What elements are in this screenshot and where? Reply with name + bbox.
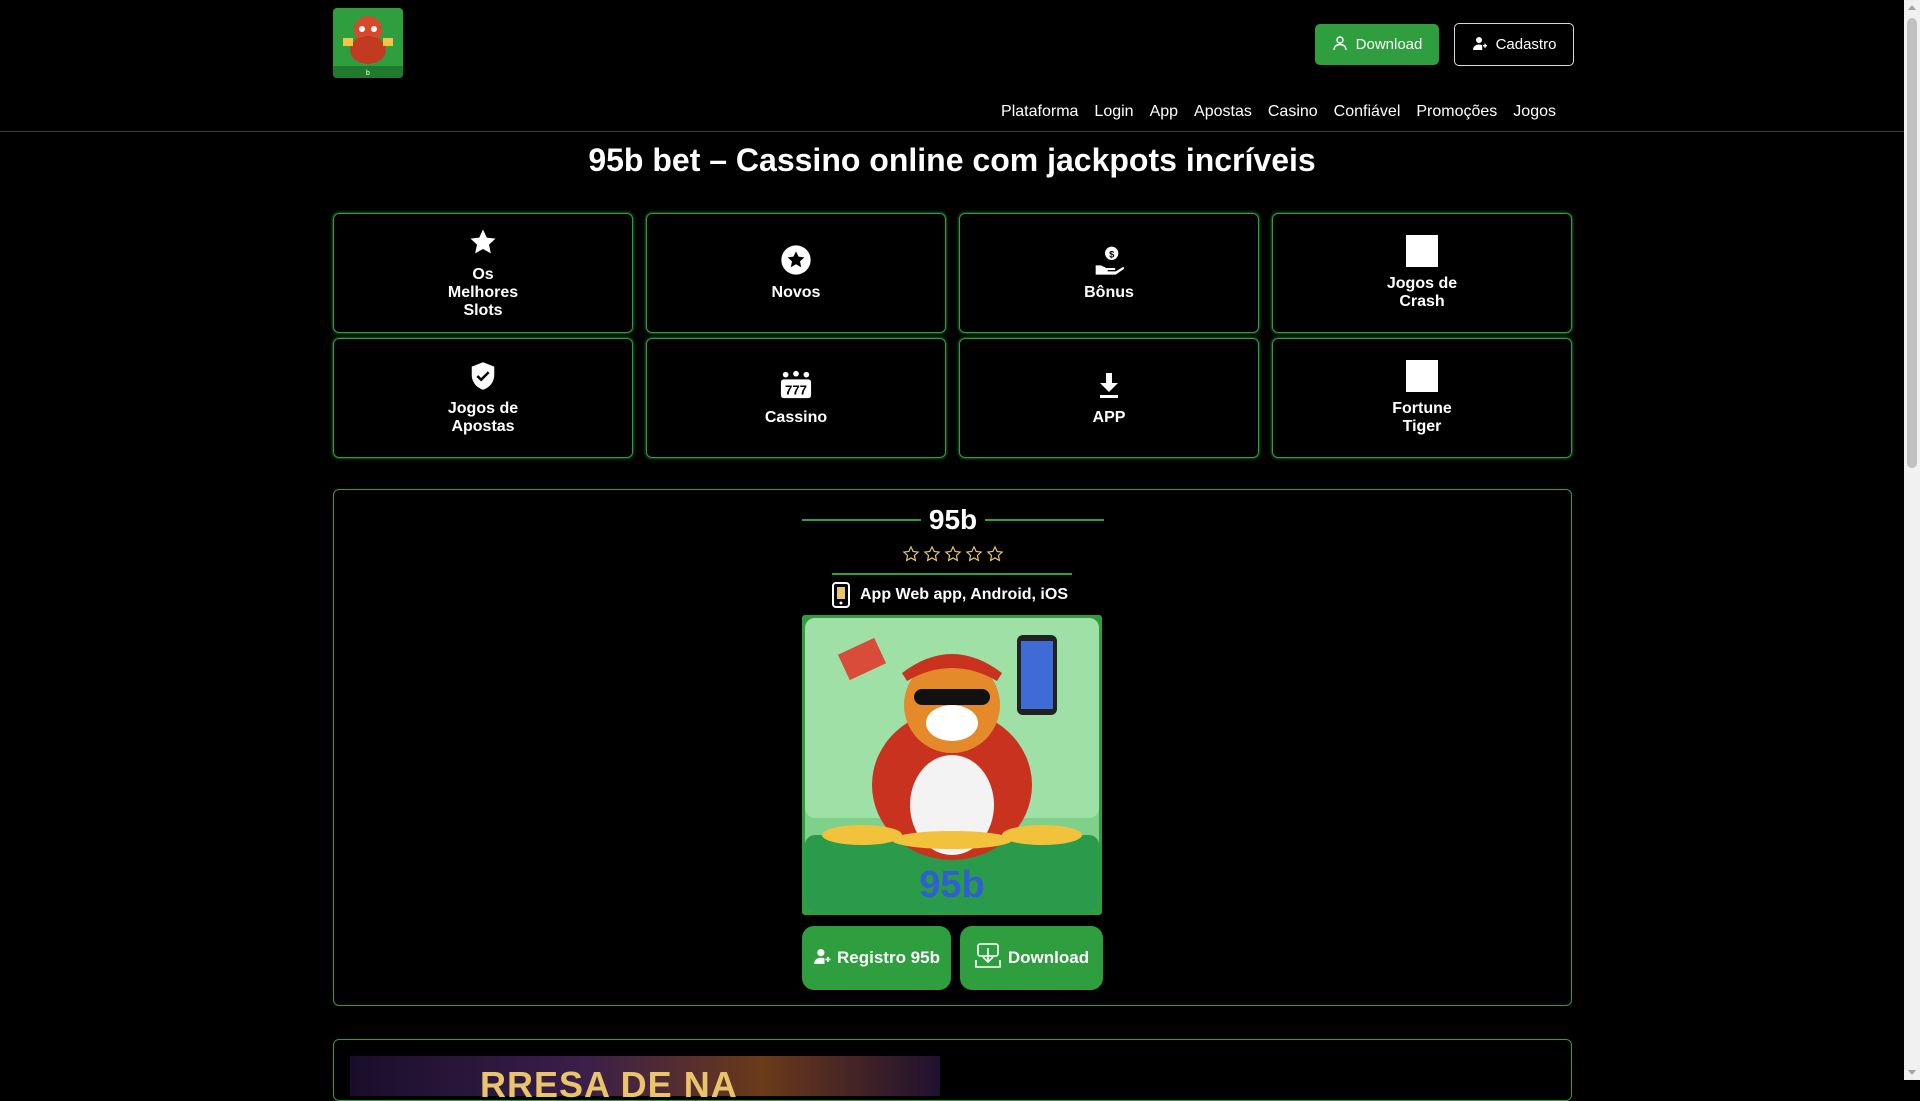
phone-icon	[832, 582, 850, 608]
blank-icon	[1406, 235, 1438, 267]
category-label: Os Melhores Slots	[447, 266, 519, 319]
user-icon	[1332, 35, 1348, 55]
star-outline-icon	[944, 545, 962, 562]
category-label: Novos	[771, 284, 821, 301]
star-outline-icon	[965, 545, 983, 562]
main-nav: Plataforma Login App Apostas Casino Conf…	[1001, 103, 1556, 121]
site-logo[interactable]: b	[333, 8, 403, 78]
app-card: 95b App Web app, Android, iOS 95b Regist…	[333, 489, 1572, 1006]
banner-brand-text: 95b	[919, 864, 984, 906]
slot-777-icon: 777	[780, 369, 812, 401]
platforms-row: App Web app, Android, iOS	[832, 582, 1068, 608]
star-outline-icon	[923, 545, 941, 562]
register-label: Registro 95b	[837, 948, 940, 967]
category-grid: Os Melhores Slots Novos $ Bônus Jogos de…	[333, 213, 1572, 458]
logo-text: b	[366, 70, 370, 77]
user-add-icon	[1472, 35, 1488, 55]
star-outline-icon	[986, 545, 1004, 562]
category-label: Bônus	[1084, 284, 1134, 301]
download-label: Download	[1007, 948, 1090, 967]
platforms-text: App Web app, Android, iOS	[860, 586, 1068, 603]
scroll-down-arrow-icon[interactable]	[1908, 1070, 1916, 1075]
divider	[832, 573, 1072, 575]
user-plus-icon	[813, 947, 831, 970]
star-circle-icon	[780, 244, 812, 276]
category-card-app[interactable]: APP	[959, 338, 1259, 458]
header-cadastro-label: Cadastro	[1495, 36, 1557, 53]
promo-banner-text: RRESA DE NA	[480, 1064, 738, 1101]
divider	[802, 519, 921, 521]
vertical-scrollbar[interactable]	[1904, 0, 1920, 1080]
star-outline-icon	[902, 545, 920, 562]
category-card-cassino[interactable]: 777 Cassino	[646, 338, 946, 458]
download-button[interactable]: Download	[960, 926, 1103, 990]
nav-link-login[interactable]: Login	[1094, 103, 1133, 121]
brand-heading: 95b	[802, 504, 1104, 536]
money-hand-icon: $	[1093, 244, 1125, 276]
header-download-label: Download	[1355, 36, 1423, 53]
nav-link-app[interactable]: App	[1150, 103, 1178, 121]
blank-icon	[1406, 360, 1438, 392]
category-label: Fortune Tiger	[1392, 400, 1452, 435]
download-app-icon	[974, 942, 1002, 975]
site-header: b Download Cadastro Plataforma Login App…	[0, 0, 1904, 132]
register-button[interactable]: Registro 95b	[802, 926, 951, 990]
page-title: 95b bet – Cassino online com jackpots in…	[588, 142, 1316, 178]
category-label: APP	[1092, 409, 1126, 426]
promo-banner-image[interactable]: RRESA DE NA	[350, 1056, 940, 1100]
rating-stars	[902, 545, 1004, 563]
nav-link-promocoes[interactable]: Promoções	[1416, 103, 1497, 121]
nav-link-confiavel[interactable]: Confiável	[1334, 103, 1401, 121]
category-label: Jogos de Crash	[1386, 275, 1458, 310]
header-download-button[interactable]: Download	[1315, 24, 1439, 65]
nav-link-jogos[interactable]: Jogos	[1513, 103, 1556, 121]
nav-link-apostas[interactable]: Apostas	[1194, 103, 1252, 121]
nav-link-casino[interactable]: Casino	[1268, 103, 1318, 121]
star-icon	[467, 226, 499, 258]
category-label: Jogos de Apostas	[447, 400, 519, 435]
category-card-crash[interactable]: Jogos de Crash	[1272, 213, 1572, 333]
brand-name: 95b	[928, 504, 978, 535]
category-card-novos[interactable]: Novos	[646, 213, 946, 333]
svg-text:$: $	[1109, 249, 1115, 259]
scroll-up-arrow-icon[interactable]	[1908, 5, 1916, 10]
nav-link-plataforma[interactable]: Plataforma	[1001, 103, 1078, 121]
shield-check-icon	[467, 360, 499, 392]
divider	[985, 519, 1104, 521]
download-icon	[1093, 369, 1125, 401]
category-card-apostas[interactable]: Jogos de Apostas	[333, 338, 633, 458]
app-banner-image[interactable]: 95b	[802, 615, 1102, 915]
header-cadastro-button[interactable]: Cadastro	[1454, 23, 1574, 66]
scrollbar-thumb[interactable]	[1907, 18, 1917, 468]
category-card-best-slots[interactable]: Os Melhores Slots	[333, 213, 633, 333]
category-card-bonus[interactable]: $ Bônus	[959, 213, 1259, 333]
svg-text:777: 777	[785, 382, 807, 397]
category-card-fortune-tiger[interactable]: Fortune Tiger	[1272, 338, 1572, 458]
category-label: Cassino	[764, 409, 828, 426]
promo-section: RRESA DE NA	[333, 1039, 1572, 1101]
